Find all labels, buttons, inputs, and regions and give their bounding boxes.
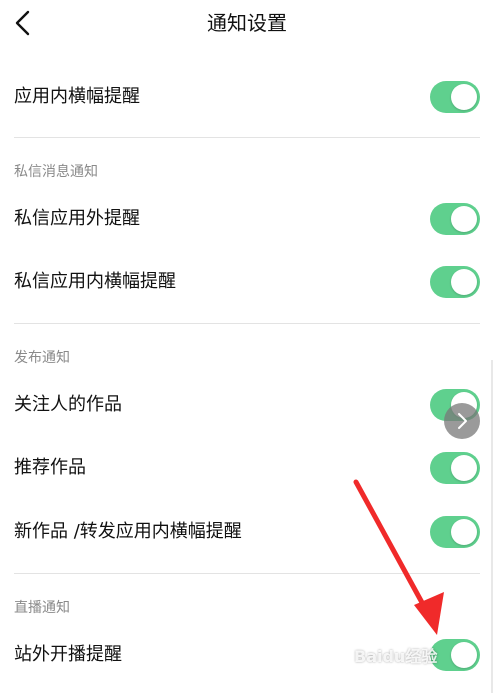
floating-next-button[interactable] (444, 403, 480, 439)
toggle-knob (451, 269, 477, 295)
watermark: Baidu经验 (354, 647, 438, 666)
section-header-live: 直播通知 (14, 600, 70, 616)
toggle-knob (451, 519, 477, 545)
scrollbar-track (491, 360, 493, 693)
setting-row-in-app-banner: 应用内横幅提醒 (14, 72, 480, 122)
setting-row-followed-works: 关注人的作品 (14, 380, 480, 430)
in-app-banner-toggle[interactable] (430, 81, 480, 113)
section-header-publish: 发布通知 (14, 350, 70, 366)
setting-label: 应用内横幅提醒 (14, 86, 140, 107)
header-bar: 通知设置 (0, 0, 494, 46)
dm-outside-app-toggle[interactable] (430, 203, 480, 235)
divider (14, 323, 480, 324)
toggle-knob (451, 84, 477, 110)
divider (14, 137, 480, 138)
setting-label: 关注人的作品 (14, 394, 122, 415)
divider (14, 573, 480, 574)
dm-in-app-banner-toggle[interactable] (430, 266, 480, 298)
setting-row-new-works-repost-banner: 新作品 /转发应用内横幅提醒 (14, 507, 480, 557)
setting-label: 推荐作品 (14, 457, 86, 478)
setting-row-dm-outside-app: 私信应用外提醒 (14, 194, 480, 244)
chevron-right-icon (458, 413, 467, 429)
toggle-knob (451, 455, 477, 481)
setting-row-recommended-works: 推荐作品 (14, 443, 480, 493)
setting-label: 私信应用外提醒 (14, 208, 140, 229)
setting-label: 新作品 /转发应用内横幅提醒 (14, 521, 242, 542)
setting-label: 私信应用内横幅提醒 (14, 271, 176, 292)
recommended-works-toggle[interactable] (430, 452, 480, 484)
page-title: 通知设置 (207, 11, 287, 35)
setting-row-dm-in-app-banner: 私信应用内横幅提醒 (14, 257, 480, 307)
setting-label: 站外开播提醒 (14, 644, 122, 665)
toggle-knob (451, 206, 477, 232)
new-works-repost-banner-toggle[interactable] (430, 516, 480, 548)
section-header-private-messages: 私信消息通知 (14, 164, 98, 180)
